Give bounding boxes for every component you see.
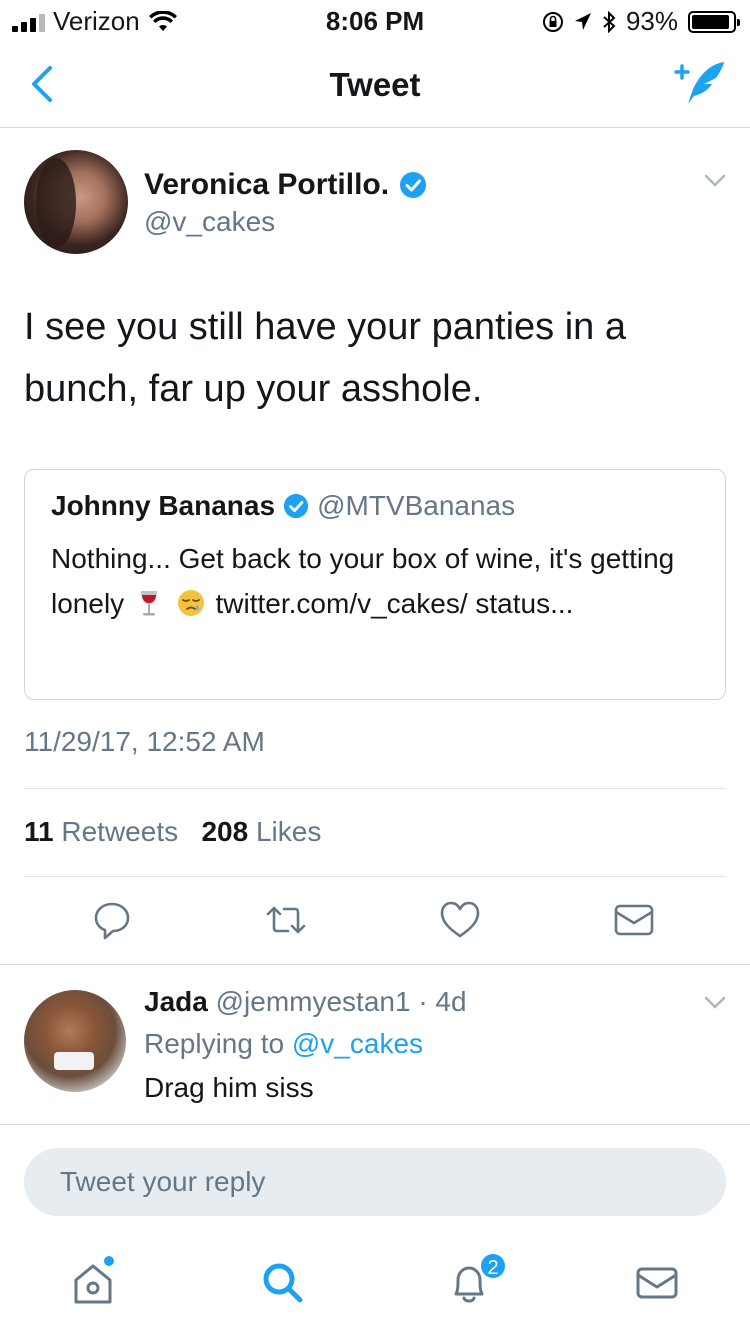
tweet-text: I see you still have your panties in a b… bbox=[24, 306, 627, 410]
retweet-icon[interactable] bbox=[264, 898, 308, 942]
reply-tweet[interactable]: Jada @jemmyestan1 · 4d Replying to @v_ca… bbox=[24, 984, 726, 1104]
verified-icon bbox=[283, 493, 309, 519]
divider bbox=[24, 788, 726, 789]
likes-label: Likes bbox=[255, 816, 322, 847]
chevron-down-icon[interactable] bbox=[704, 996, 726, 1010]
battery-fill bbox=[692, 14, 730, 29]
reply-author-handle: @jemmyestan1 bbox=[215, 986, 411, 1017]
messages-icon[interactable] bbox=[632, 1258, 682, 1308]
page-title: Tweet bbox=[329, 66, 421, 103]
location-icon bbox=[574, 12, 591, 30]
like-icon[interactable] bbox=[438, 898, 482, 942]
quoted-author-name: Johnny Bananas bbox=[51, 490, 276, 521]
message-icon[interactable] bbox=[612, 898, 656, 942]
battery-percent: 93% bbox=[625, 6, 678, 36]
home-unread-dot bbox=[104, 1256, 114, 1266]
replying-to-link[interactable]: @v_cakes bbox=[292, 1028, 423, 1059]
divider bbox=[0, 964, 750, 965]
reply-box[interactable] bbox=[24, 1148, 726, 1216]
compose-tweet-icon[interactable] bbox=[672, 58, 728, 108]
search-icon[interactable] bbox=[258, 1258, 308, 1308]
replying-to: Replying to @v_cakes bbox=[144, 1028, 423, 1060]
retweets-label: Retweets bbox=[61, 816, 179, 847]
avatar[interactable] bbox=[24, 150, 128, 254]
tweet-stats: 11 Retweets 208 Likes bbox=[24, 816, 321, 848]
reply-header: Jada @jemmyestan1 · 4d bbox=[144, 986, 467, 1018]
quoted-text: Nothing... Get back to your box of wine,… bbox=[51, 536, 691, 626]
nav-bar: Tweet bbox=[0, 40, 750, 128]
reply-age: · 4d bbox=[418, 986, 467, 1017]
status-right: 93% bbox=[542, 6, 740, 37]
wine-glass-icon bbox=[140, 591, 157, 616]
sleepy-face-icon bbox=[177, 590, 204, 616]
quoted-author-handle: @MTVBananas bbox=[317, 490, 516, 521]
retweets-count: 11 bbox=[24, 816, 54, 847]
author-name: Veronica Portillo. bbox=[144, 168, 390, 201]
likes-stat[interactable]: 208 Likes bbox=[201, 816, 321, 847]
quoted-header: Johnny Bananas @MTVBananas bbox=[51, 490, 515, 522]
replying-prefix: Replying to bbox=[144, 1028, 285, 1059]
likes-count: 208 bbox=[201, 816, 249, 847]
tab-bar: 2 bbox=[0, 1240, 750, 1334]
divider bbox=[0, 1124, 750, 1125]
tweet-header: Veronica Portillo. @v_cakes bbox=[24, 150, 726, 260]
status-bar: Verizon 8:06 PM 93% bbox=[0, 0, 750, 40]
orientation-lock-icon bbox=[542, 11, 563, 32]
reply-icon[interactable] bbox=[90, 898, 134, 942]
quoted-tweet[interactable]: Johnny Bananas @MTVBananas Nothing... Ge… bbox=[24, 469, 726, 700]
reply-text: Drag him siss bbox=[144, 1072, 314, 1103]
author-handle[interactable]: @v_cakes bbox=[144, 206, 275, 238]
verified-icon bbox=[400, 172, 427, 198]
reply-input[interactable] bbox=[24, 1148, 726, 1216]
retweets-stat[interactable]: 11 Retweets bbox=[24, 816, 178, 847]
bluetooth-icon bbox=[603, 10, 616, 33]
tweet-actions bbox=[0, 898, 750, 944]
author-name-row[interactable]: Veronica Portillo. bbox=[144, 168, 427, 202]
chevron-down-icon[interactable] bbox=[704, 174, 726, 188]
notifications-badge: 2 bbox=[479, 1252, 507, 1280]
avatar[interactable] bbox=[24, 990, 126, 1092]
divider bbox=[24, 876, 726, 877]
battery-icon bbox=[688, 10, 740, 33]
quoted-link: twitter.com/v_cakes/ status... bbox=[215, 588, 574, 619]
reply-author-name: Jada bbox=[144, 986, 208, 1017]
tweet-timestamp: 11/29/17, 12:52 AM bbox=[24, 726, 265, 757]
